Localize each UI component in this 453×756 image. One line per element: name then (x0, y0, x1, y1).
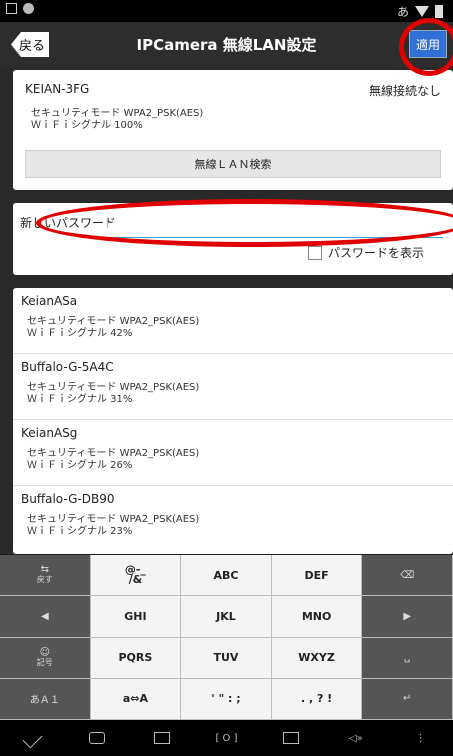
title-bar: 戻る IPCamera 無線LAN設定 適用 (0, 22, 453, 66)
key-pqrs[interactable]: PQRS (90, 637, 182, 679)
key-cursor-right[interactable]: ▶ (362, 596, 453, 638)
wifi-icon (415, 6, 429, 17)
network-signal: ＷｉＦｉシグナル 31% (27, 394, 133, 405)
key-tuv[interactable]: TUV (181, 637, 272, 679)
network-security: セキュリティモード WPA2_PSK(AES) (27, 316, 200, 327)
key-mode-switch[interactable]: あＡ１ (0, 678, 91, 720)
key-quotes[interactable]: ' " : ; (181, 678, 272, 720)
current-signal: ＷｉＦｉシグナル 100% (31, 120, 143, 131)
network-signal: ＷｉＦｉシグナル 42% (27, 328, 133, 339)
network-ssid: Buffalo-G-5A4C (21, 360, 114, 374)
network-ssid: KeianASg (21, 426, 78, 440)
key-space[interactable]: ␣ (362, 637, 453, 679)
camera-icon[interactable] (273, 728, 309, 748)
key-symbols-1[interactable]: @-_/& (90, 555, 182, 597)
key-undo[interactable]: ⇆ 戻す (0, 555, 91, 597)
network-security: セキュリティモード WPA2_PSK(AES) (27, 382, 200, 393)
network-security: セキュリティモード WPA2_PSK(AES) (27, 448, 200, 459)
password-label: 新しいパスワード (20, 216, 117, 230)
key-emoji[interactable]: ☺ 記号 (0, 637, 91, 679)
recents-icon[interactable] (144, 728, 180, 748)
key-ghi[interactable]: GHI (90, 596, 182, 638)
password-input[interactable] (108, 223, 443, 238)
screenshot-icon[interactable]: [ O ] (208, 728, 244, 748)
battery-icon (435, 5, 443, 18)
network-signal: ＷｉＦｉシグナル 23% (27, 526, 133, 537)
wifi-scan-button[interactable]: 無線ＬＡＮ検索 (25, 150, 441, 178)
soft-keyboard: ⇆ 戻す @-_/& ABC DEF ⌫ ◀ GHI JKL MNO ▶ ☺ 記号 … (0, 555, 453, 720)
back-icon[interactable] (14, 728, 50, 748)
apply-button[interactable]: 適用 (409, 30, 447, 58)
main-content: KEIAN-3FG 無線接続なし セキュリティモード WPA2_PSK(AES)… (0, 66, 453, 554)
network-list-item[interactable]: Buffalo-G-DB90 セキュリティモード WPA2_PSK(AES) Ｗ… (13, 486, 453, 552)
network-signal: ＷｉＦｉシグナル 26% (27, 460, 133, 471)
network-list-item[interactable]: Buffalo-G-5A4C セキュリティモード WPA2_PSK(AES) Ｗ… (13, 354, 453, 420)
current-network-card: KEIAN-3FG 無線接続なし セキュリティモード WPA2_PSK(AES)… (13, 70, 453, 190)
notification-icon (6, 3, 17, 14)
app-notification-icon (23, 3, 34, 14)
menu-icon[interactable]: ⋮ (403, 728, 439, 748)
network-ssid: KeianASa (21, 294, 78, 308)
key-wxyz[interactable]: WXYZ (271, 637, 363, 679)
network-list-item[interactable]: KeianASg セキュリティモード WPA2_PSK(AES) ＷｉＦｉシグナ… (13, 420, 453, 486)
current-security: セキュリティモード WPA2_PSK(AES) (31, 108, 204, 119)
key-mno[interactable]: MNO (271, 596, 363, 638)
network-list: KeianASa セキュリティモード WPA2_PSK(AES) ＷｉＦｉシグナ… (13, 288, 453, 554)
key-case-toggle[interactable]: a⇔A (90, 678, 182, 720)
key-enter[interactable]: ↵ (362, 678, 453, 720)
key-punctuation[interactable]: . , ? ! (271, 678, 363, 720)
network-security: セキュリティモード WPA2_PSK(AES) (27, 514, 200, 525)
key-jkl[interactable]: JKL (181, 596, 272, 638)
show-password-label: パスワードを表示 (328, 246, 425, 260)
status-bar: あ (0, 0, 453, 22)
key-backspace[interactable]: ⌫ (362, 555, 453, 597)
network-ssid: Buffalo-G-DB90 (21, 492, 115, 506)
show-password-checkbox[interactable] (308, 246, 322, 260)
network-list-item[interactable]: KeianASa セキュリティモード WPA2_PSK(AES) ＷｉＦｉシグナ… (13, 288, 453, 354)
home-icon[interactable] (79, 728, 115, 748)
connection-status: 無線接続なし (368, 84, 441, 98)
page-title: IPCamera 無線LAN設定 (136, 36, 317, 54)
key-cursor-left[interactable]: ◀ (0, 596, 91, 638)
current-ssid: KEIAN-3FG (25, 82, 90, 96)
navigation-bar: [ O ] ◁» ⋮ (0, 720, 453, 756)
key-def[interactable]: DEF (271, 555, 363, 597)
key-abc[interactable]: ABC (181, 555, 272, 597)
password-card: 新しいパスワード パスワードを表示 (13, 203, 453, 275)
volume-icon[interactable]: ◁» (338, 728, 374, 748)
ime-indicator: あ (396, 5, 409, 19)
